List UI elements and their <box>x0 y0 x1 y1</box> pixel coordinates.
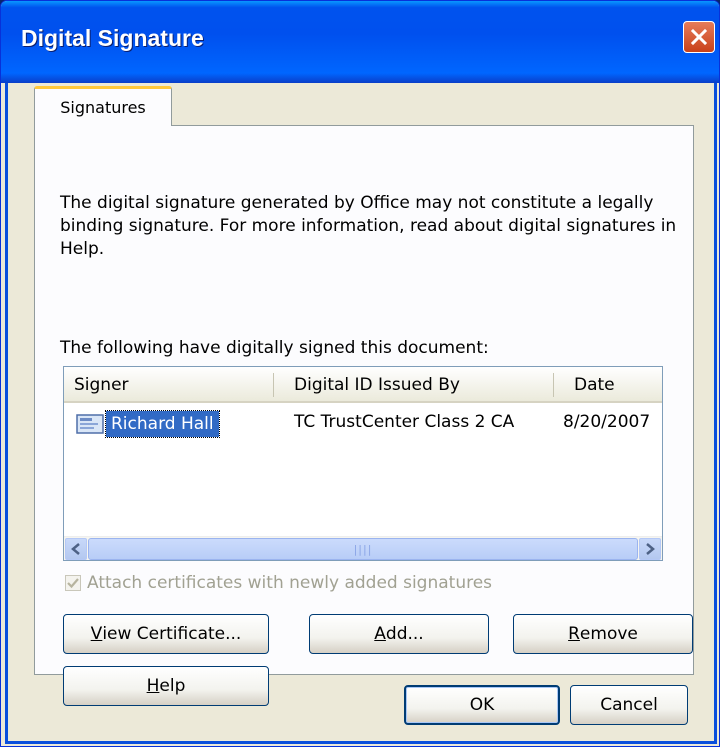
certificate-icon <box>76 414 104 434</box>
column-divider[interactable] <box>553 373 554 397</box>
signatures-panel: The digital signature generated by Offic… <box>34 125 694 706</box>
signatures-list[interactable]: Signer Digital ID Issued By Date Richard… <box>63 366 663 561</box>
list-caption: The following have digitally signed this… <box>60 338 489 358</box>
help-label: elp <box>159 676 186 696</box>
add-label: dd... <box>385 624 424 644</box>
digital-signature-dialog: Digital Signature Signatures The digital… <box>0 0 720 747</box>
chevron-left-icon <box>71 543 80 555</box>
add-button[interactable]: Add... <box>309 614 489 654</box>
remove-button[interactable]: Remove <box>513 614 693 654</box>
signer-name: Richard Hall <box>105 410 220 438</box>
signer-cell[interactable]: Richard Hall <box>76 410 220 438</box>
close-button[interactable] <box>683 21 715 53</box>
scroll-left-button[interactable] <box>65 538 87 560</box>
close-icon <box>690 28 708 46</box>
view-certificate-label: iew Certificate... <box>102 624 242 644</box>
issuer-cell: TC TrustCenter Class 2 CA <box>294 412 515 432</box>
title-bar[interactable]: Digital Signature <box>1 1 719 83</box>
attach-certificates-label: Attach certificates with newly added sig… <box>87 573 493 593</box>
grip-icon: |||| <box>353 542 373 556</box>
column-header-signer[interactable]: Signer <box>74 375 129 395</box>
column-divider[interactable] <box>273 373 274 397</box>
attach-certificates-option[interactable]: Attach certificates with newly added sig… <box>65 573 492 593</box>
column-header-date[interactable]: Date <box>574 375 615 395</box>
help-accel: H <box>146 676 160 696</box>
list-header: Signer Digital ID Issued By Date <box>64 367 662 403</box>
ok-button[interactable]: OK <box>404 685 560 725</box>
attach-certificates-checkbox[interactable] <box>65 575 81 591</box>
remove-label: emove <box>579 624 638 644</box>
remove-accel: R <box>568 624 580 644</box>
help-button[interactable]: Help <box>63 666 269 706</box>
scroll-thumb[interactable]: |||| <box>88 538 638 560</box>
date-cell: 8/20/2007 <box>563 412 651 432</box>
chevron-right-icon <box>646 543 655 555</box>
view-certificate-accel: V <box>90 624 103 644</box>
scroll-right-button[interactable] <box>639 538 661 560</box>
cancel-button[interactable]: Cancel <box>570 685 688 725</box>
intro-text: The digital signature generated by Offic… <box>60 193 677 259</box>
horizontal-scrollbar[interactable]: |||| <box>64 536 662 560</box>
table-row[interactable]: Richard Hall TC TrustCenter Class 2 CA 8… <box>64 405 662 441</box>
view-certificate-button[interactable]: View Certificate... <box>63 614 269 654</box>
tab-signatures[interactable]: Signatures <box>34 86 172 126</box>
add-accel: A <box>374 624 386 644</box>
checkmark-icon <box>67 578 79 589</box>
dialog-body: Signatures The digital signature generat… <box>5 83 717 744</box>
column-header-issued-by[interactable]: Digital ID Issued By <box>294 375 460 395</box>
window-title: Digital Signature <box>21 25 204 51</box>
